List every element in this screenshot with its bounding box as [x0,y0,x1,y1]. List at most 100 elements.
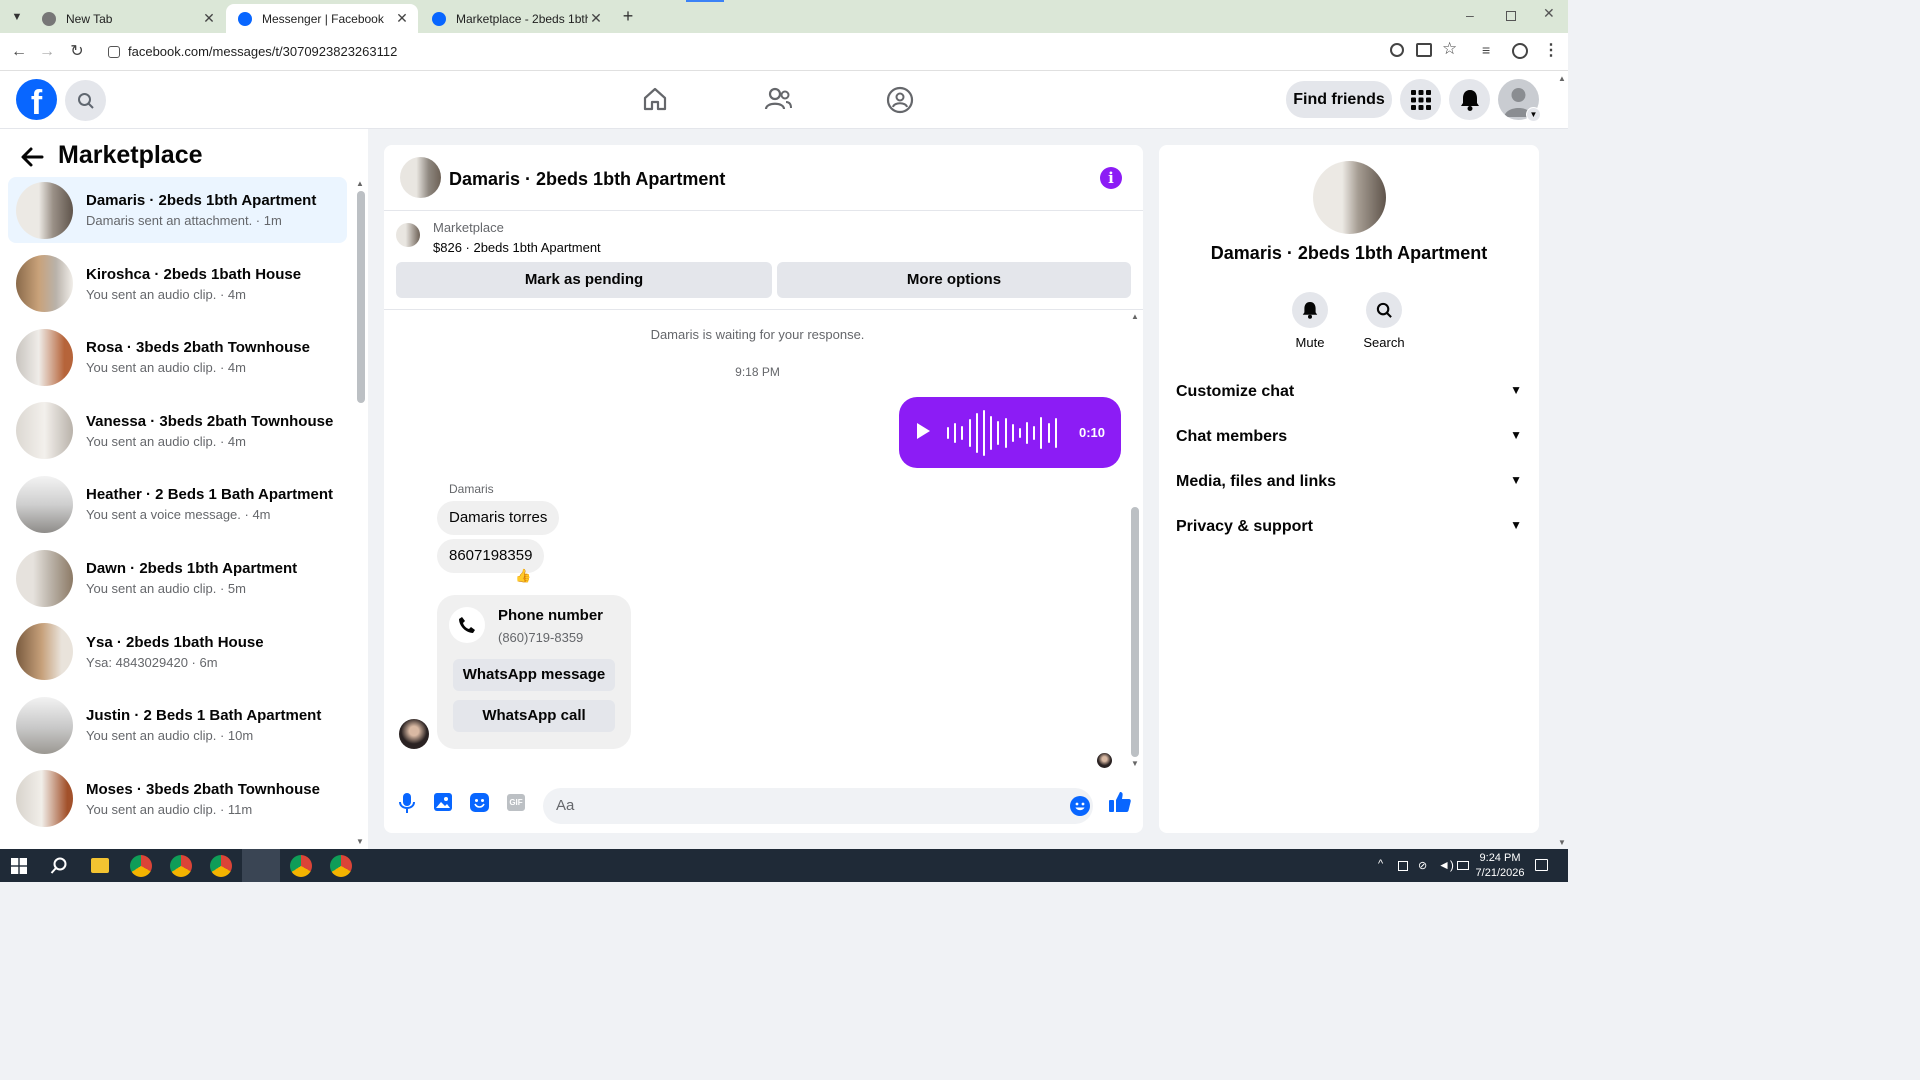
reload-icon[interactable]: ↻ [66,41,88,63]
customize-chat-section[interactable]: Customize chat ▼ [1176,383,1522,401]
scroll-up-icon[interactable]: ▲ [1131,312,1139,321]
chevron-down-icon: ▼ [1510,428,1522,442]
tab-list-icon[interactable]: ▼ [8,8,26,26]
play-icon[interactable] [917,423,930,439]
file-explorer-icon[interactable] [91,858,109,873]
back-arrow-icon[interactable]: ← [8,41,30,63]
page-scroll-down-icon[interactable]: ▼ [1558,838,1566,847]
scroll-down-icon[interactable]: ▼ [1131,759,1139,768]
conversation-item[interactable]: Kiroshca · 2beds 1bath House You sent an … [8,251,347,317]
chrome-icon[interactable] [210,855,232,877]
new-tab-plus-icon[interactable]: + [618,6,638,26]
tab-marketplace[interactable]: Marketplace - 2beds 1bth Apart ✕ [420,4,612,33]
conversation-text: Rosa · 3beds 2bath Townhouse You sent an … [86,339,310,375]
reaction-thumbs-up-icon[interactable]: 👍 [515,568,531,584]
minimize-icon[interactable]: – [1466,8,1480,22]
zoom-icon[interactable] [1390,43,1404,57]
scroll-down-icon[interactable]: ▼ [356,837,364,846]
facebook-logo-icon[interactable]: f [16,79,57,120]
notifications-bell-icon[interactable] [1449,79,1490,120]
search-icon[interactable] [1366,292,1402,328]
clock-time[interactable]: 9:24 PM [1474,852,1526,864]
conversation-item[interactable]: Rosa · 3beds 2bath Townhouse You sent an … [8,324,347,390]
bookmark-star-icon[interactable]: ☆ [1442,39,1457,59]
profile-icon[interactable] [1512,43,1528,59]
photo-icon[interactable] [434,793,452,811]
gif-icon[interactable]: GIF [507,794,525,811]
sidebar-scrollbar[interactable] [357,191,365,403]
close-window-icon[interactable]: ✕ [1543,6,1557,20]
audio-message[interactable]: 0:10 [899,397,1121,468]
conversation-item[interactable]: Vanessa · 3beds 2bath Townhouse You sent … [8,398,347,464]
tray-display-icon[interactable] [1457,861,1469,870]
chrome-icon[interactable] [130,855,152,877]
like-thumbs-up-icon[interactable] [1108,790,1132,814]
tray-chevron-up-icon[interactable]: ^ [1378,858,1383,870]
whatsapp-message-button[interactable]: WhatsApp message [453,659,615,691]
tab-messenger[interactable]: Messenger | Facebook ✕ [226,4,418,33]
phone-number-card: Phone number (860)719-8359 WhatsApp mess… [437,595,631,749]
clock-date[interactable]: 7/21/2026 [1472,867,1528,879]
chrome-icon[interactable] [330,855,352,877]
message-input[interactable]: Aa [543,788,1093,824]
conversation-item[interactable]: Damaris · 2beds 1bth Apartment Damaris se… [8,177,347,243]
close-icon[interactable]: ✕ [588,10,604,27]
tray-battery-icon[interactable] [1398,861,1408,871]
chrome-icon[interactable] [170,855,192,877]
search-icon[interactable] [65,80,106,121]
sender-avatar[interactable] [399,719,429,749]
back-arrow-icon[interactable] [20,146,44,168]
listing-title[interactable]: $826 · 2beds 1bth Apartment [433,240,601,255]
emoji-icon[interactable] [1070,796,1090,816]
privacy-support-section[interactable]: Privacy & support ▼ [1176,518,1522,536]
conversation-item[interactable]: Heather · 2 Beds 1 Bath Apartment You sen… [8,471,347,537]
listing-thumbnail[interactable] [396,223,420,247]
windows-start-icon[interactable] [11,858,27,874]
close-icon[interactable]: ✕ [201,10,217,27]
url-field[interactable]: facebook.com/messages/t/3070923823263112 [100,37,1476,67]
profile-picture[interactable] [1313,161,1386,234]
conversation-item[interactable]: Dawn · 2beds 1bth Apartment You sent an a… [8,545,347,611]
conversation-text: Moses · 3beds 2bath Townhouse You sent an… [86,781,320,817]
tray-network-icon[interactable]: ⊘ [1418,859,1427,872]
site-info-icon[interactable] [108,46,120,58]
notification-center-icon[interactable] [1535,859,1548,871]
browser-menu-icon[interactable]: ⋮ [1543,40,1559,60]
restore-icon[interactable] [1506,11,1516,21]
close-icon[interactable]: ✕ [394,10,410,27]
chat-members-section[interactable]: Chat members ▼ [1176,428,1522,446]
media-files-links-section[interactable]: Media, files and links ▼ [1176,473,1522,491]
message-bubble[interactable]: Damaris torres [437,501,560,535]
chat-scrollbar[interactable] [1131,507,1139,757]
friends-icon[interactable] [764,86,792,112]
mute-bell-icon[interactable] [1292,292,1328,328]
whatsapp-call-button[interactable]: WhatsApp call [453,700,615,732]
conversation-item[interactable]: Justin · 2 Beds 1 Bath Apartment You sent… [8,692,347,758]
more-options-button[interactable]: More options [777,262,1131,298]
conversation-preview: You sent an audio clip. · 4m [86,360,246,376]
tray-volume-icon[interactable]: ◄) [1438,858,1454,872]
sticker-icon[interactable] [470,793,489,812]
install-app-icon[interactable] [1416,43,1432,57]
find-friends-button[interactable]: Find friends [1286,81,1392,118]
taskbar-active-app[interactable] [242,849,280,882]
chat-window: Damaris · 2beds 1bth Apartment i Marketp… [384,145,1143,833]
home-icon[interactable] [642,86,668,112]
menu-grid-icon[interactable] [1400,79,1441,120]
forward-arrow-icon[interactable]: → [36,41,58,63]
conversation-item[interactable]: Ysa · 2beds 1bath House Ysa: 4843029420 ·… [8,619,347,685]
chrome-icon[interactable] [290,855,312,877]
conversation-item[interactable]: Moses · 3beds 2bath Townhouse You sent an… [8,766,347,832]
media-controls-icon[interactable]: ≡ [1482,42,1490,58]
groups-icon[interactable] [886,86,914,114]
info-icon[interactable]: i [1100,167,1122,189]
tab-new-tab[interactable]: New Tab ✕ [30,4,225,33]
chat-title[interactable]: Damaris · 2beds 1bth Apartment [449,169,725,190]
chat-avatar[interactable] [400,157,441,198]
taskbar-search-icon[interactable] [50,857,68,875]
page-scroll-up-icon[interactable]: ▲ [1558,74,1566,83]
microphone-icon[interactable] [399,792,415,814]
account-chevron-down-icon[interactable]: ▼ [1526,107,1541,122]
scroll-up-icon[interactable]: ▲ [356,179,364,188]
mark-as-pending-button[interactable]: Mark as pending [396,262,772,298]
